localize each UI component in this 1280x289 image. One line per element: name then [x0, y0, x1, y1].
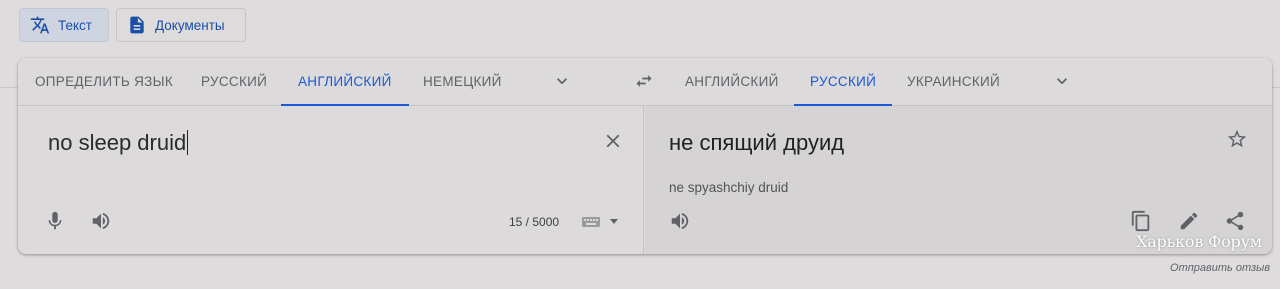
tab-target-ukrainian[interactable]: УКРАИНСКИЙ	[907, 58, 1000, 105]
speaker-icon[interactable]	[669, 210, 691, 232]
edit-icon[interactable]	[1178, 210, 1200, 232]
char-counter: 15 / 5000	[509, 215, 560, 229]
tab-target-russian[interactable]: РУССКИЙ	[794, 58, 893, 106]
mic-icon[interactable]	[44, 210, 66, 232]
keyboard-icon	[582, 217, 618, 227]
tab-source-russian[interactable]: РУССКИЙ	[201, 58, 267, 105]
target-more-languages-button[interactable]	[1052, 71, 1072, 91]
translated-text: не спящий друид	[669, 130, 845, 155]
source-text-input[interactable]: no sleep druid	[48, 130, 189, 156]
copy-icon[interactable]	[1130, 209, 1152, 233]
tab-source-english[interactable]: АНГЛИЙСКИЙ	[281, 58, 409, 106]
keyboard-button[interactable]	[581, 214, 623, 230]
chevron-down-icon	[557, 78, 567, 85]
watermark: Харьков Форум	[1136, 232, 1263, 251]
close-icon	[606, 134, 620, 148]
share-icon[interactable]	[1224, 210, 1246, 232]
clear-source-button[interactable]	[602, 130, 624, 152]
swap-languages-button[interactable]	[634, 71, 654, 91]
language-bar: ОПРЕДЕЛИТЬ ЯЗЫК РУССКИЙ АНГЛИЙСКИЙ НЕМЕЦ…	[18, 58, 1272, 106]
translation-card: ОПРЕДЕЛИТЬ ЯЗЫК РУССКИЙ АНГЛИЙСКИЙ НЕМЕЦ…	[18, 58, 1272, 254]
text-mode-button[interactable]: Текст	[19, 8, 109, 42]
document-icon	[127, 15, 147, 35]
send-feedback-link[interactable]: Отправить отзыв	[1170, 262, 1270, 274]
swap-icon	[636, 75, 652, 87]
speaker-icon[interactable]	[90, 210, 112, 232]
source-panel: no sleep druid 15 / 5000	[18, 106, 644, 254]
tab-detect-language[interactable]: ОПРЕДЕЛИТЬ ЯЗЫК	[35, 58, 173, 105]
text-caret	[187, 130, 189, 155]
text-mode-label: Текст	[58, 17, 92, 33]
tab-source-german[interactable]: НЕМЕЦКИЙ	[423, 58, 502, 105]
chevron-down-icon	[1057, 78, 1067, 85]
tab-target-english[interactable]: АНГЛИЙСКИЙ	[685, 58, 779, 105]
source-text: no sleep druid	[48, 130, 187, 155]
transliteration: ne spyashchiy druid	[669, 180, 789, 195]
source-more-languages-button[interactable]	[552, 71, 572, 91]
documents-mode-label: Документы	[155, 17, 225, 33]
star-icon[interactable]	[1226, 128, 1248, 150]
translate-icon	[30, 15, 50, 35]
documents-mode-button[interactable]: Документы	[116, 8, 246, 42]
